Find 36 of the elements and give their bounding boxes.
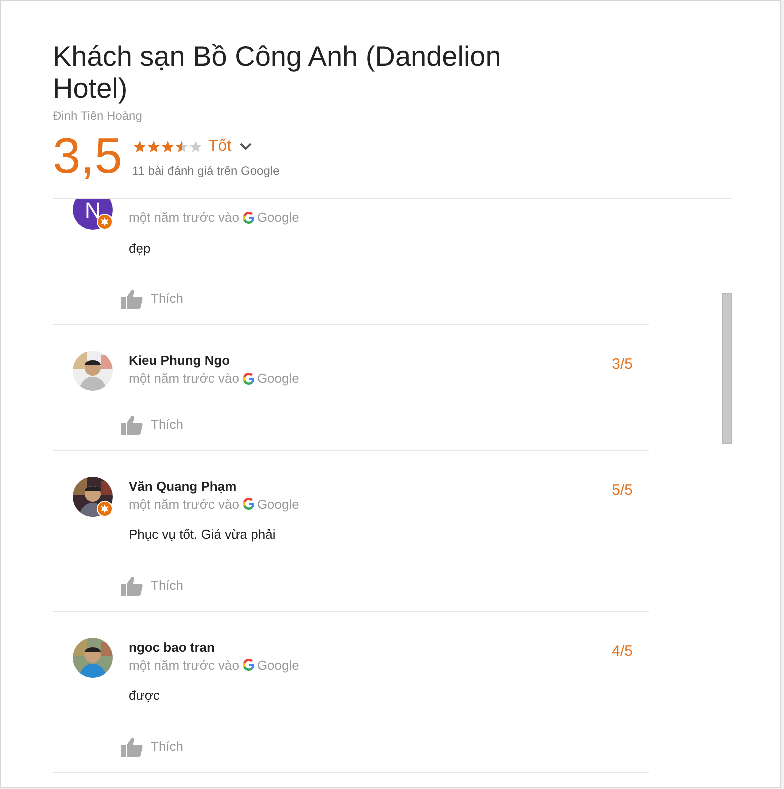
thumbs-up-icon — [121, 414, 143, 434]
review-rating: 3/5 — [612, 355, 633, 375]
review-text: Phục vụ tốt. Giá vừa phải — [129, 526, 277, 544]
review-rating: 4/5 — [612, 642, 633, 662]
chevron-down-icon[interactable] — [240, 143, 252, 151]
review-text: đẹp — [129, 240, 152, 258]
reviewer-name[interactable]: Văn Quang Phạm — [129, 476, 237, 492]
rating-score: 3,5 — [53, 131, 123, 181]
review-time: một năm trước vào — [129, 209, 240, 227]
reviewer-name[interactable]: Kieu Phung Ngo — [129, 351, 230, 367]
review-time: một năm trước vào — [129, 370, 240, 388]
google-g-icon — [243, 372, 256, 385]
google-g-icon — [243, 212, 256, 224]
review-text: được — [129, 687, 161, 705]
review-source: Google — [257, 496, 300, 514]
review-rating: 5/5 — [612, 480, 633, 500]
review-source: Google — [257, 656, 300, 675]
review-source: Google — [257, 370, 300, 388]
hotel-title: Khách sạn Bồ Công Anh (Dandelion Hotel) — [53, 41, 502, 105]
review-time: một năm trước vào — [129, 496, 240, 514]
rating-label: Tốt — [208, 137, 232, 157]
thumbs-up-icon — [121, 576, 143, 596]
google-g-icon — [243, 498, 256, 510]
like-button[interactable]: Thích — [121, 414, 184, 434]
review-source: Google — [257, 209, 300, 227]
hotel-address: Đinh Tiên Hoàng — [53, 108, 144, 125]
thumbs-up-icon — [121, 289, 143, 309]
review-time: một năm trước vào — [129, 656, 240, 674]
thumbs-up-icon — [121, 736, 143, 756]
scrollbar-thumb[interactable] — [722, 293, 732, 444]
like-button[interactable]: Thích — [121, 736, 184, 756]
like-button[interactable]: Thích — [121, 289, 184, 309]
like-button[interactable]: Thích — [121, 576, 184, 596]
review-count: 11 bài đánh giá trên Google — [132, 163, 280, 180]
google-g-icon — [243, 659, 256, 672]
reviewer-name[interactable]: ngoc bao tran — [129, 638, 215, 654]
